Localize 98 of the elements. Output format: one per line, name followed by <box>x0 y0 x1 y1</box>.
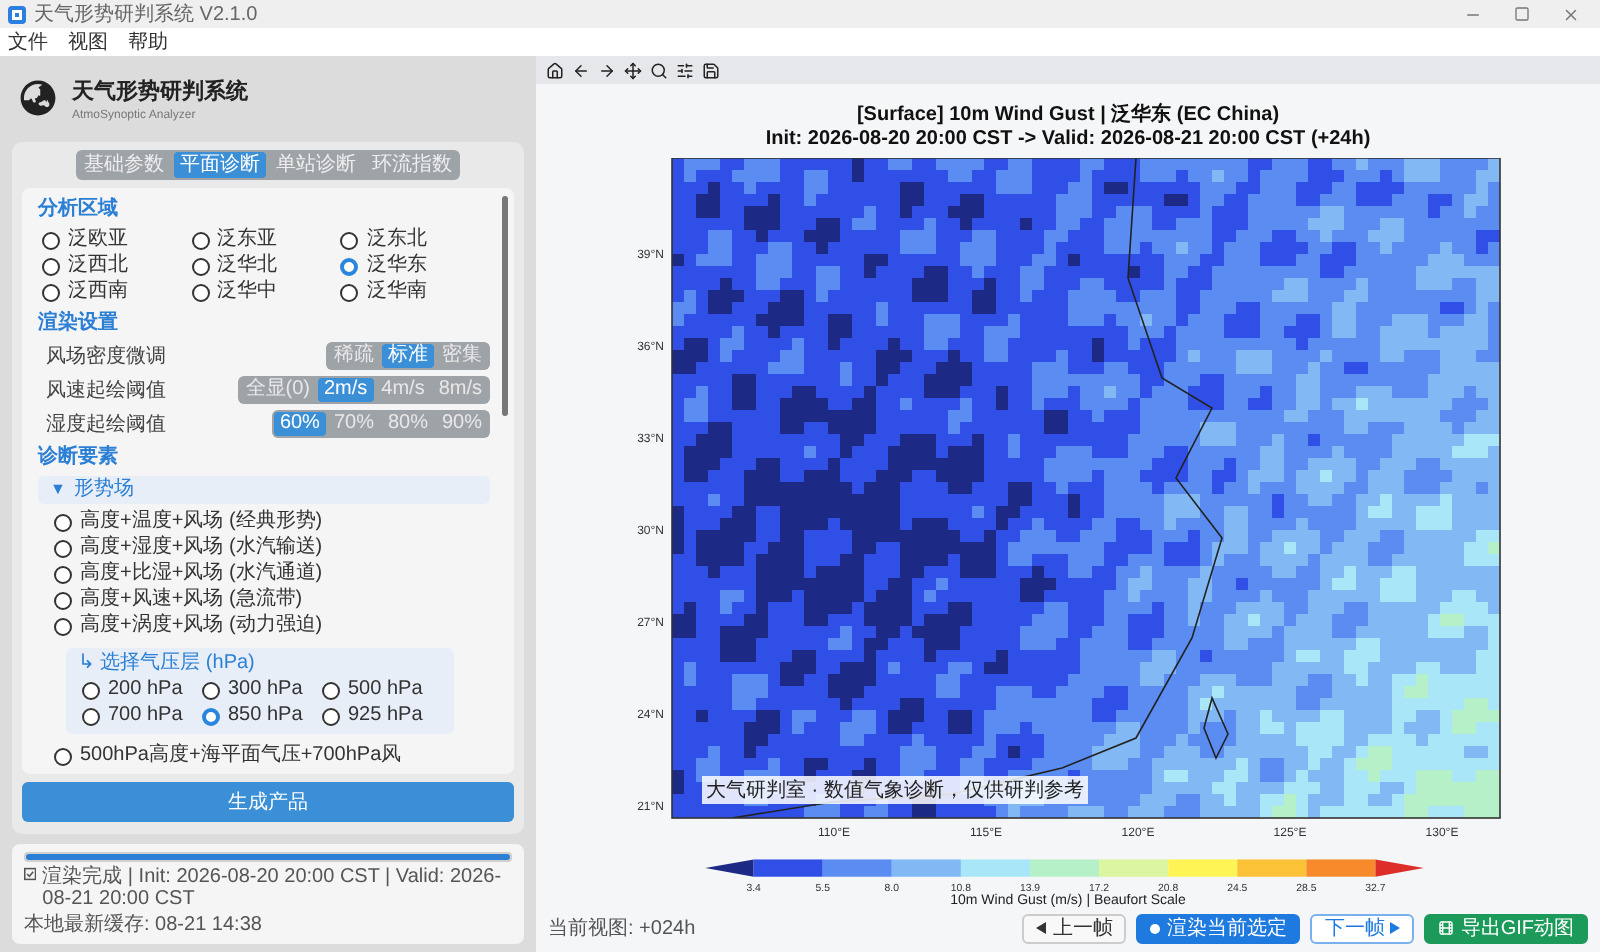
radio-button[interactable] <box>54 513 72 531</box>
radio-label: 高度+湿度+风场 (水汽输送) <box>80 536 323 560</box>
radio-label: 500hPa高度+海平面气压+700hPa风 <box>80 744 402 768</box>
back-icon[interactable] <box>570 61 592 79</box>
radio-label: 200 hPa <box>108 678 183 702</box>
plot-title: [Surface] 10m Wind Gust | 泛华东 (EC China) <box>856 104 1280 128</box>
radio-button[interactable] <box>54 565 72 583</box>
radio-label: 高度+风速+风场 (急流带) <box>80 588 303 612</box>
film-icon <box>1438 920 1455 936</box>
generate-button[interactable]: 生成产品 <box>22 782 514 822</box>
radio-label: 300 hPa <box>228 678 303 702</box>
segment-option[interactable]: 标准 <box>382 344 434 368</box>
forward-icon[interactable] <box>596 61 618 79</box>
group-header[interactable]: ▼ 形势场 <box>38 476 490 504</box>
app-icon <box>8 5 26 23</box>
radio-button[interactable] <box>340 231 359 249</box>
radio-label: 泛华东 <box>366 254 427 278</box>
view-label: 当前视图: +024h <box>548 915 698 942</box>
radio-label: 高度+温度+风场 (经典形势) <box>80 510 323 534</box>
scrollbar-thumb[interactable] <box>502 196 508 416</box>
radio-label: 泛东北 <box>366 228 427 252</box>
radio-label: 850 hPa <box>228 704 303 728</box>
radio-button[interactable] <box>322 681 340 699</box>
radio-button[interactable] <box>82 707 100 725</box>
sliders-icon[interactable] <box>674 61 696 79</box>
radio-button[interactable] <box>42 231 60 249</box>
radio-label: 泛华中 <box>217 280 278 304</box>
checkbox-icon <box>24 866 37 882</box>
radio-button[interactable] <box>42 257 60 275</box>
radio-button[interactable] <box>191 231 210 249</box>
radio-label: 925 hPa <box>348 704 423 728</box>
radio-button[interactable] <box>54 747 72 765</box>
plot-subtitle: Init: 2026-08-20 20:00 CST -> Valid: 2026-08-21 20:00 CST (+24h) <box>765 128 1371 152</box>
home-icon[interactable] <box>544 61 566 79</box>
radio-label: 泛欧亚 <box>68 228 128 252</box>
tab[interactable]: 平面诊断 <box>174 152 266 178</box>
left-triangle-icon <box>1036 922 1047 934</box>
maximize-icon[interactable] <box>1514 6 1530 22</box>
action-button[interactable]: 导出GIF动图 <box>1424 913 1588 943</box>
section-title: 渲染设置 <box>38 310 120 336</box>
action-button[interactable]: 下一帧 <box>1310 913 1415 943</box>
setting-label: 风速起绘阈值 <box>46 377 166 404</box>
radio-label: 泛西南 <box>68 280 128 304</box>
segment-option[interactable]: 8m/s <box>432 378 488 402</box>
radio-button[interactable] <box>54 617 72 635</box>
radio-button[interactable] <box>322 707 340 725</box>
segment-option[interactable]: 60% <box>273 412 326 436</box>
globe-icon <box>20 80 56 116</box>
zoom-icon[interactable] <box>648 61 670 79</box>
tab[interactable]: 基础参数 <box>78 152 170 178</box>
status-text: 渲染完成 | Init: 2026-08-20 20:00 CST | Valid: 2026-08-21 20:00 CST <box>42 866 504 910</box>
section-title: 诊断要素 <box>38 444 120 470</box>
radio-button[interactable] <box>202 707 220 725</box>
menu-item[interactable]: 文件 <box>8 28 48 56</box>
right-triangle-icon <box>1390 922 1401 934</box>
menu-item[interactable]: 帮助 <box>128 28 168 56</box>
radio-button[interactable] <box>42 283 60 301</box>
radio-button[interactable] <box>82 681 100 699</box>
setting-label: 风场密度微调 <box>46 343 166 370</box>
segment-option[interactable]: 稀疏 <box>328 344 380 368</box>
radio-label: 泛华北 <box>217 254 278 278</box>
radio-button[interactable] <box>54 591 72 609</box>
dot-icon <box>1150 923 1161 933</box>
action-button[interactable]: 上一帧 <box>1022 913 1127 943</box>
tab[interactable]: 环流指数 <box>366 152 458 178</box>
radio-button[interactable] <box>202 681 220 699</box>
radio-label: 700 hPa <box>108 704 183 728</box>
segment-option[interactable]: 2m/s <box>317 378 374 402</box>
save-icon[interactable] <box>700 61 722 79</box>
segment-option[interactable]: 70% <box>327 412 380 436</box>
radio-button[interactable] <box>191 257 210 275</box>
menu-item[interactable]: 视图 <box>68 28 108 56</box>
segment-option[interactable]: 4m/s <box>375 378 431 402</box>
radio-label: 泛东亚 <box>217 228 278 252</box>
close-icon[interactable] <box>1562 5 1580 23</box>
action-button[interactable]: 渲染当前选定 <box>1136 913 1301 943</box>
setting-label: 湿度起绘阈值 <box>46 411 166 438</box>
pan-icon[interactable] <box>622 61 644 79</box>
radio-button[interactable] <box>340 283 359 301</box>
radio-label: 500 hPa <box>348 678 423 702</box>
radio-button[interactable] <box>54 539 72 557</box>
tab[interactable]: 单站诊断 <box>270 152 362 178</box>
radio-label: 泛华南 <box>366 280 427 304</box>
segment-option[interactable]: 80% <box>381 412 434 436</box>
radio-label: 高度+涡度+风场 (动力强迫) <box>80 614 323 638</box>
cache-text: 本地最新缓存: 08-21 14:38 <box>24 914 264 936</box>
section-title: 分析区域 <box>38 196 120 222</box>
segment-option[interactable]: 全显(0) <box>239 378 316 402</box>
radio-label: 泛西北 <box>68 254 128 278</box>
app-title: 天气形势研判系统 <box>72 77 248 105</box>
radio-label: 高度+比湿+风场 (水汽通道) <box>80 562 323 586</box>
pressure-level-title: ↳ 选择气压层 (hPa) <box>78 652 257 676</box>
segment-option[interactable]: 90% <box>435 412 488 436</box>
radio-button[interactable] <box>191 283 210 301</box>
segment-option[interactable]: 密集 <box>436 344 488 368</box>
credit-label: 大气研判室 · 数值气象诊断，仅供研判参考 <box>702 776 1088 804</box>
radio-button[interactable] <box>340 257 359 275</box>
window-title: 天气形势研判系统 V2.1.0 <box>34 1 260 28</box>
